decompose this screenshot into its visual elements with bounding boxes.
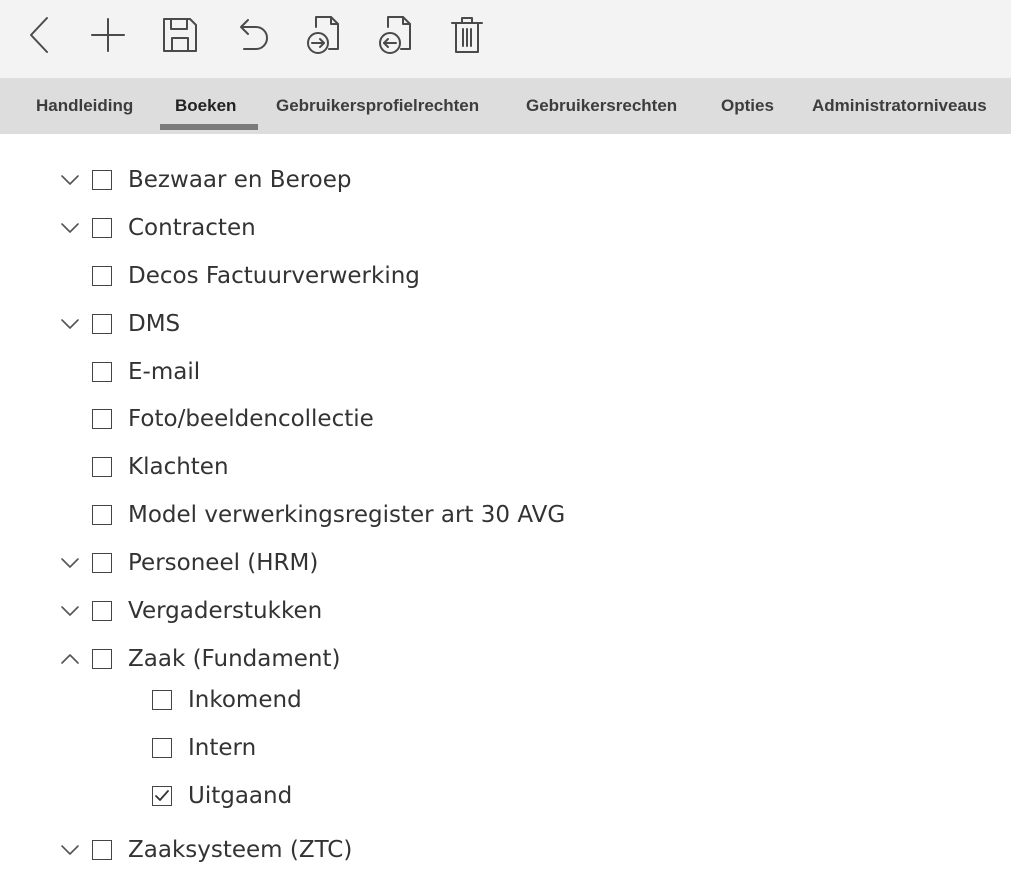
tree-item-label: E-mail [128, 359, 201, 385]
tree-child-label: Inkomend [188, 687, 302, 713]
tree-item-label: Contracten [128, 215, 256, 241]
plus-icon [91, 18, 125, 52]
tree-item-label: Vergaderstukken [128, 598, 323, 624]
save-button[interactable] [155, 10, 205, 60]
checkbox-dms[interactable] [92, 314, 112, 334]
checkbox-model-verwerkingsregister[interactable] [92, 505, 112, 525]
file-export-icon [379, 16, 411, 54]
tree-child-label: Uitgaand [188, 783, 293, 809]
tab-administratorniveaus[interactable]: Administratorniveaus [812, 78, 987, 134]
chevron-down-icon[interactable] [60, 314, 80, 334]
export-button[interactable] [370, 10, 420, 60]
chevron-down-icon[interactable] [60, 601, 80, 621]
tree-item-label: Klachten [128, 454, 229, 480]
checkbox-decos-factuurverwerking[interactable] [92, 266, 112, 286]
delete-button[interactable] [442, 10, 492, 60]
add-button[interactable] [83, 10, 133, 60]
tree-item-label: Bezwaar en Beroep [128, 167, 352, 193]
checkbox-uitgaand[interactable] [152, 786, 172, 806]
toolbar [0, 0, 1011, 78]
checkbox-e-mail[interactable] [92, 362, 112, 382]
checkbox-zaak-fundament[interactable] [92, 649, 112, 669]
chevron-down-icon[interactable] [60, 840, 80, 860]
tree-item-label: Decos Factuurverwerking [128, 263, 420, 289]
checkbox-inkomend[interactable] [152, 690, 172, 710]
tab-gebruikersrechten[interactable]: Gebruikersrechten [526, 78, 677, 134]
undo-button[interactable] [227, 10, 277, 60]
save-icon [163, 18, 197, 52]
checkbox-personeel-hrm[interactable] [92, 553, 112, 573]
chevron-up-icon[interactable] [60, 649, 80, 669]
checkbox-contracten[interactable] [92, 218, 112, 238]
undo-icon [240, 19, 268, 50]
chevron-down-icon[interactable] [60, 218, 80, 238]
active-tab-indicator [160, 124, 258, 130]
tree-item-label: Foto/beeldencollectie [128, 406, 374, 432]
tree-child-label: Intern [188, 735, 257, 761]
tree-item-label: DMS [128, 311, 181, 337]
tab-gebruikersprofielrechten[interactable]: Gebruikersprofielrechten [276, 78, 479, 134]
file-import-icon [307, 16, 339, 54]
tree-item-label: Model verwerkingsregister art 30 AVG [128, 502, 566, 528]
tree-item-label: Zaaksysteem (ZTC) [128, 837, 353, 863]
checkmark-icon [155, 790, 169, 801]
checkbox-intern[interactable] [152, 738, 172, 758]
chevron-down-icon[interactable] [60, 170, 80, 190]
tab-opties[interactable]: Opties [721, 78, 774, 134]
trash-icon [451, 17, 483, 53]
tab-handleiding[interactable]: Handleiding [36, 78, 133, 134]
book-tree: Bezwaar en Beroep Contracten Decos Factu… [0, 134, 1011, 875]
back-button[interactable] [14, 10, 64, 60]
checkbox-klachten[interactable] [92, 457, 112, 477]
checkbox-foto-beeldencollectie[interactable] [92, 409, 112, 429]
checkbox-vergaderstukken[interactable] [92, 601, 112, 621]
checkbox-zaaksysteem-ztc[interactable] [92, 840, 112, 860]
tree-item-label: Zaak (Fundament) [128, 646, 341, 672]
chevron-down-icon[interactable] [60, 553, 80, 573]
chevron-left-icon [30, 17, 48, 53]
tab-bar: Handleiding Boeken Gebruikersprofielrech… [0, 78, 1011, 134]
tree-item-label: Personeel (HRM) [128, 550, 319, 576]
checkbox-bezwaar-en-beroep[interactable] [92, 170, 112, 190]
import-button[interactable] [298, 10, 348, 60]
